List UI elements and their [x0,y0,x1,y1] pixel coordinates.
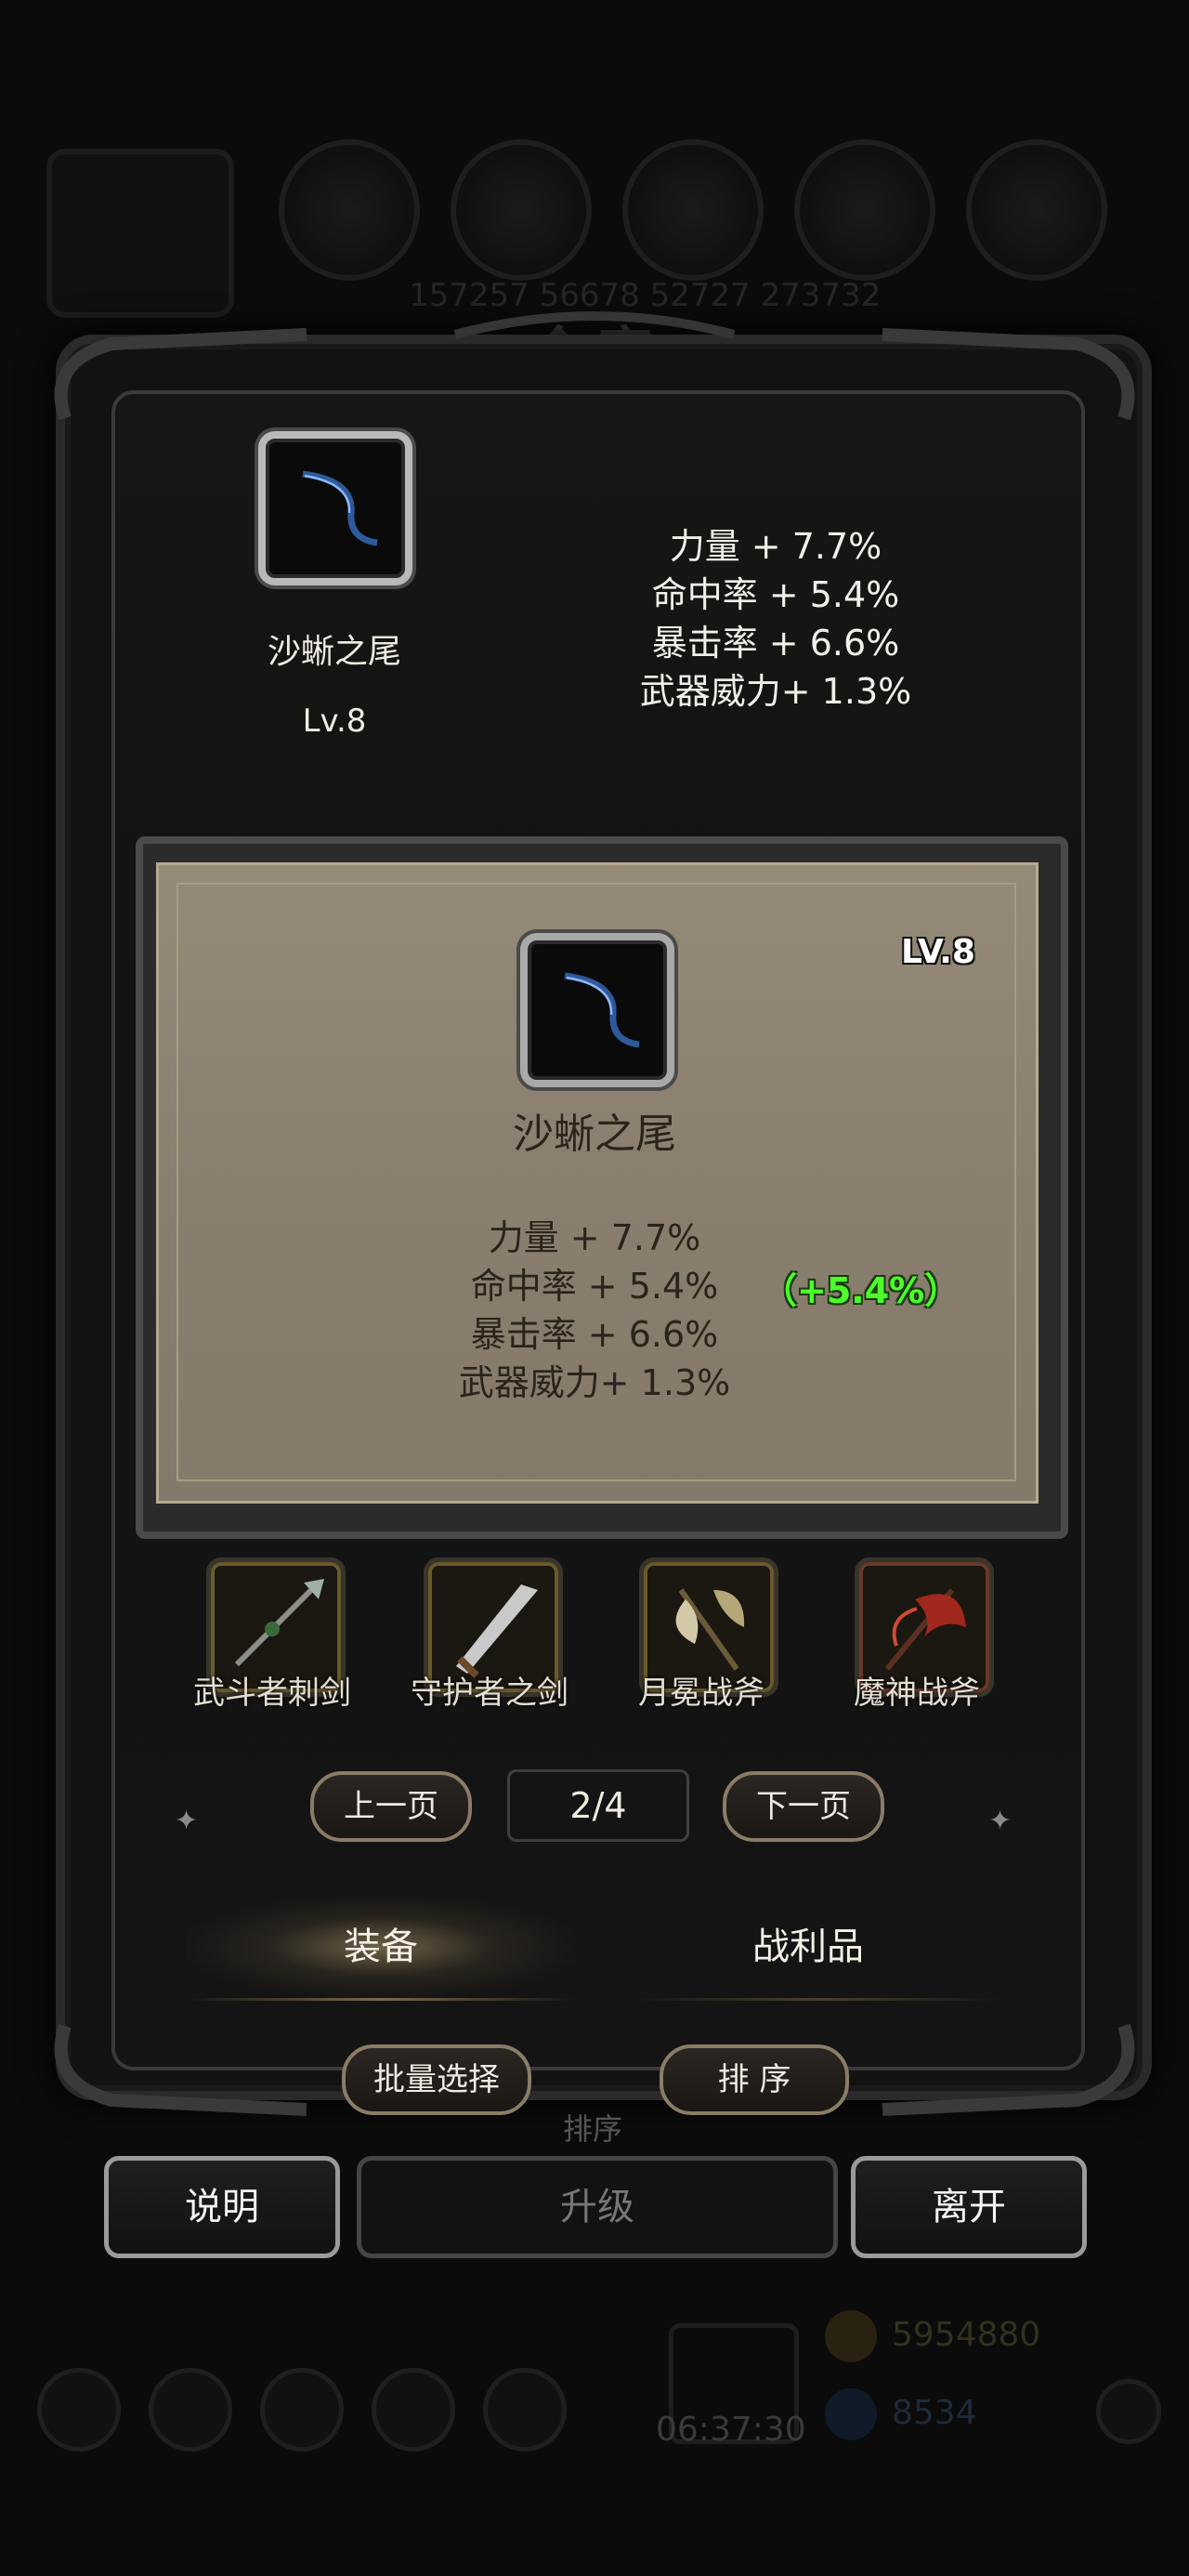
bg-icon [260,2368,344,2451]
stat-line: 武器威力+ 1.3% [639,671,912,712]
weapon-name: 守护者之剑 [411,1675,568,1712]
upgrade-button[interactable]: 升级 [357,2156,838,2258]
stat-line: 武器威力+ 1.3% [458,1362,731,1403]
gold-coin-icon [825,2310,877,2362]
bg-slot [622,139,764,281]
stat-line: 暴击率 + 6.6% [470,1314,719,1355]
bg-plus-icon [1096,2379,1161,2444]
gem-icon [825,2388,877,2440]
prev-page-button[interactable]: 上一页 [310,1771,472,1842]
serpent-tail-icon [302,470,378,546]
bg-icon [372,2368,455,2451]
stat-bonus: （+5.4%） [762,1270,960,1311]
bg-icon [483,2368,567,2451]
stat-line: 暴击率 + 6.6% [651,623,900,664]
card-stats: 力量 + 7.7% 命中率 + 5.4% 暴击率 + 6.6% 武器威力+ 1.… [409,1214,780,1407]
bg-icon [149,2368,232,2451]
bg-slot [451,139,592,281]
sparkle-icon: ✦ [988,1805,1013,1837]
tab-divider [632,1998,1003,2001]
bg-slot [279,139,420,281]
weapon-name: 武斗者刺剑 [193,1675,351,1712]
batch-select-button[interactable]: 批量选择 [342,2044,531,2115]
sort-button[interactable]: 排 序 [660,2044,849,2115]
stat-line: 命中率 + 5.4% [651,574,900,615]
tab-divider [186,1998,576,2001]
selected-item-slot[interactable] [258,431,412,585]
card-level: LV.8 [901,933,975,971]
stat-line: 力量 + 7.7% [488,1217,701,1258]
sort-ghost: 排序 [563,2111,623,2147]
next-page-button[interactable]: 下一页 [723,1771,884,1842]
bg-slot-frame [46,149,234,318]
page-indicator: 2/4 [507,1769,689,1842]
bg-slot [794,139,935,281]
card-item-name: 沙蜥之尾 [513,1111,676,1158]
bg-gold-amount: 5954880 [892,2316,1041,2354]
bg-icon [37,2368,121,2451]
bg-timer: 06:37:30 [656,2411,806,2449]
tab-loot[interactable]: 战利品 [613,1896,1003,1998]
bg-slot [966,139,1107,281]
exit-button[interactable]: 离开 [851,2156,1087,2258]
selected-item-name: 沙蜥之尾 [267,633,401,671]
weapon-name: 月冕战斧 [638,1675,764,1712]
stat-line: 命中率 + 5.4% [470,1266,719,1307]
help-button[interactable]: 说明 [104,2156,340,2258]
selected-item-stats: 力量 + 7.7% 命中率 + 5.4% 暴击率 + 6.6% 武器威力+ 1.… [594,522,957,716]
sparkle-icon: ✦ [175,1805,199,1837]
card-item-slot [520,933,674,1087]
weapon-name: 魔神战斧 [854,1675,980,1712]
tab-equipment[interactable]: 装备 [186,1896,576,1998]
bg-gem-amount: 8534 [892,2394,977,2432]
selected-item-level: Lv.8 [302,703,367,740]
serpent-tail-icon [564,972,640,1048]
stat-line: 力量 + 7.7% [669,526,882,567]
